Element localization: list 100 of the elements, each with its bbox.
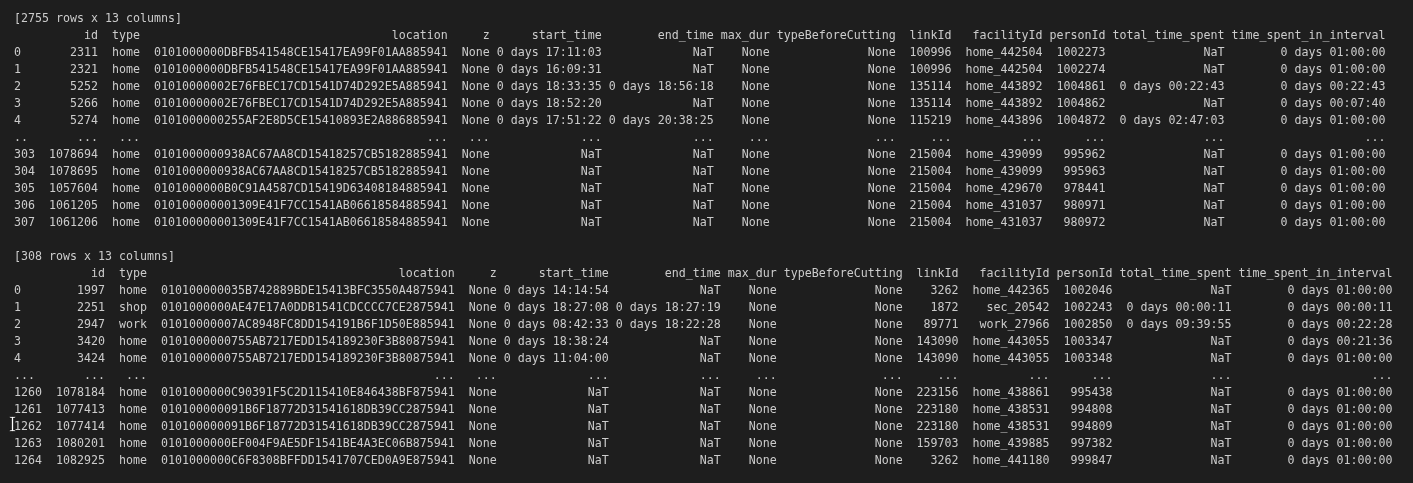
table-cell: NaT [692, 164, 714, 178]
row-index: 304 [14, 164, 35, 178]
table-cell: home [111, 113, 140, 127]
table-cell: home_443892 [965, 79, 1043, 93]
table-cell: NaT [1203, 164, 1225, 178]
table-cell: ... [1371, 368, 1393, 382]
table-cell: None [874, 283, 903, 297]
table-cell: 010100000001309E41F7CC1541AB06618584885941 [153, 215, 448, 229]
table-cell: 0 days 00:00:11 [1287, 300, 1393, 314]
column-header: total_time_spent [1119, 266, 1232, 280]
table-cell: 0 days 18:56:18 [608, 79, 714, 93]
table-cell: 1061205 [48, 198, 98, 212]
table-cell: NaT [580, 147, 602, 161]
table-cell: home [111, 215, 140, 229]
row-index: 2 [14, 317, 21, 331]
table-cell: home_441180 [972, 453, 1050, 467]
table-cell: 0 days 00:22:43 [1119, 79, 1225, 93]
row-index: 1264 [14, 453, 42, 467]
table-cell: NaT [1210, 402, 1232, 416]
table-cell: None [748, 436, 777, 450]
table-cell: NaT [692, 45, 714, 59]
table-cell: NaT [1210, 453, 1232, 467]
table-cell: work_27966 [979, 317, 1050, 331]
table-cell: 0 days 01:00:00 [1280, 198, 1386, 212]
table-cell: None [748, 351, 777, 365]
table-cell: 0 days 18:38:24 [503, 334, 609, 348]
table-cell: 997382 [1070, 436, 1113, 450]
table-cell: None [874, 317, 903, 331]
table-cell: 143090 [916, 351, 959, 365]
table-cell: 135114 [909, 96, 952, 110]
table-cell: home_442365 [972, 283, 1050, 297]
table-cell: ... [426, 130, 448, 144]
table-cell: None [748, 300, 777, 314]
table-cell: 0 days 20:38:25 [608, 113, 714, 127]
table-cell: NaT [1203, 215, 1225, 229]
table-cell: home [111, 45, 140, 59]
table-cell: 0 days 01:00:00 [1280, 45, 1386, 59]
table-cell: None [461, 45, 490, 59]
row-index: 305 [14, 181, 35, 195]
table-cell: home [111, 79, 140, 93]
table-cell: 1002243 [1063, 300, 1113, 314]
table-cell: ... [881, 368, 903, 382]
table-cell: 1057604 [48, 181, 98, 195]
table-cell: home_443892 [965, 96, 1043, 110]
column-header: start_time [531, 28, 602, 42]
table-cell: 0101000000C6F8308BFFDD1541707CED0A9E875941 [160, 453, 455, 467]
column-header: facilityId [979, 266, 1050, 280]
table-cell: 1078695 [48, 164, 98, 178]
table-cell: 0 days 01:00:00 [1280, 215, 1386, 229]
table-cell: NaT [1210, 283, 1232, 297]
table-cell: None [461, 181, 490, 195]
table-cell: 01010000002E76FBEC17CD1541D74D292E5A885941 [153, 79, 448, 93]
table-cell: home [111, 181, 140, 195]
table-cell: sec_20542 [986, 300, 1050, 314]
table-cell: 0 days 01:00:00 [1287, 402, 1393, 416]
table-cell: ... [692, 130, 714, 144]
table-cell: 1002273 [1056, 45, 1106, 59]
table-cell: 1080201 [55, 436, 105, 450]
column-header: typeBeforeCutting [783, 266, 903, 280]
table-cell: ... [433, 368, 455, 382]
table-cell: 223180 [916, 402, 959, 416]
table-cell: None [468, 419, 497, 433]
table-cell: NaT [580, 164, 602, 178]
table-cell: None [461, 113, 490, 127]
table-cell: None [867, 198, 896, 212]
table-cell: None [867, 181, 896, 195]
table-cell: home_431037 [965, 215, 1043, 229]
table-cell: 3420 [76, 334, 105, 348]
table-cell: 3424 [76, 351, 105, 365]
table-cell: None [468, 300, 497, 314]
table-cell: 0 days 01:00:00 [1287, 419, 1393, 433]
table-cell: 1078694 [48, 147, 98, 161]
table-cell: 1061206 [48, 215, 98, 229]
table-cell: 980972 [1063, 215, 1106, 229]
table-cell: 0 days 08:42:33 [503, 317, 609, 331]
table-cell: work [118, 317, 147, 331]
table-cell: None [468, 402, 497, 416]
table-cell: 159703 [916, 436, 959, 450]
table-cell: 1003348 [1063, 351, 1113, 365]
table-cell: 995438 [1070, 385, 1113, 399]
table-cell: 5274 [69, 113, 98, 127]
table-cell: 0 days 01:00:00 [1280, 181, 1386, 195]
table-cell: 0 days 16:09:31 [496, 62, 602, 76]
table-cell: 223156 [916, 385, 959, 399]
table-cell: None [867, 113, 896, 127]
column-header: end_time [657, 28, 714, 42]
table-cell: NaT [1203, 96, 1225, 110]
table-cell: None [468, 453, 497, 467]
table-cell: 0 days 18:27:08 [503, 300, 609, 314]
table-cell: 1078184 [55, 385, 105, 399]
table-cell: ... [874, 130, 896, 144]
table-cell: home_431037 [965, 198, 1043, 212]
table-cell: 3262 [930, 453, 959, 467]
table-cell: 0 days 00:00:11 [1126, 300, 1232, 314]
table-cell: 0 days 09:39:55 [1126, 317, 1232, 331]
table-cell: 100996 [909, 45, 952, 59]
table-cell: None [741, 198, 770, 212]
table-cell: NaT [692, 147, 714, 161]
row-index: 1 [14, 62, 21, 76]
table-cell: 1077414 [55, 419, 105, 433]
